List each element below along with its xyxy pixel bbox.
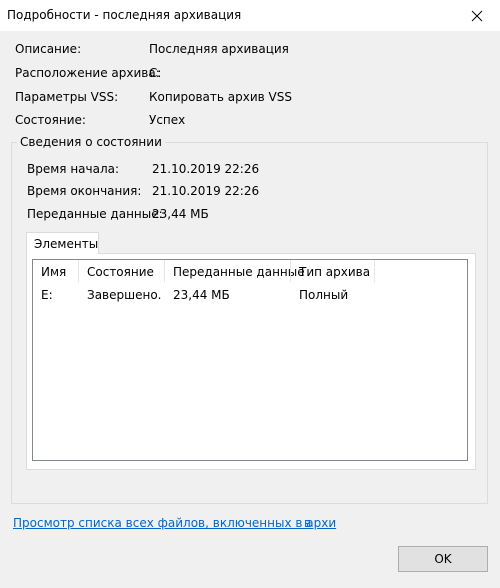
start-time-value: 21.10.2019 22:26 — [152, 162, 260, 176]
status-info-group-title: Сведения о состоянии — [17, 135, 165, 149]
column-header-transferred-label: Переданные данные — [173, 265, 305, 279]
vss-options-label: Параметры VSS: — [15, 90, 119, 104]
cell-transferred: 23,44 МБ — [173, 288, 230, 302]
end-time-value: 21.10.2019 22:26 — [152, 184, 260, 198]
column-header-name-label: Имя — [41, 265, 67, 279]
archive-location-label: Расположение архива: — [15, 66, 160, 80]
close-button[interactable] — [454, 0, 500, 31]
column-separator — [374, 260, 375, 282]
column-header-archive-type-label: Тип архива — [299, 265, 371, 279]
tab-items[interactable]: Элементы — [26, 232, 99, 254]
column-header-state[interactable]: Состояние — [79, 260, 165, 284]
cell-name: E: — [41, 288, 53, 302]
view-all-files-link[interactable]: Просмотр списка всех файлов, включенных … — [13, 516, 336, 530]
ok-button[interactable]: OK — [398, 546, 488, 572]
column-header-state-label: Состояние — [87, 265, 154, 279]
column-header-name[interactable]: Имя — [33, 260, 79, 284]
archive-location-value: C: — [149, 66, 162, 80]
status-label: Состояние: — [15, 113, 86, 127]
transferred-data-label: Переданные данные: — [27, 207, 163, 221]
end-time-label: Время окончания: — [27, 184, 142, 198]
cell-archive-type: Полный — [299, 288, 349, 302]
table-row[interactable]: E: Завершено. 23,44 МБ Полный — [33, 284, 467, 306]
column-header-archive-type[interactable]: Тип архива — [291, 260, 375, 284]
start-time-label: Время начала: — [27, 162, 120, 176]
transferred-data-value: 23,44 МБ — [152, 207, 209, 221]
list-header: Имя Состояние Переданные данные Тип архи… — [33, 260, 467, 284]
window-title: Подробности - последняя архивация — [7, 8, 242, 22]
close-icon — [471, 10, 483, 21]
view-all-files-link-tail[interactable]: в — [304, 516, 311, 530]
title-bar: Подробности - последняя архивация — [0, 0, 500, 31]
description-value: Последняя архивация — [149, 42, 289, 56]
items-list-view[interactable]: Имя Состояние Переданные данные Тип архи… — [32, 259, 468, 461]
status-value: Успех — [149, 113, 186, 127]
tab-items-label: Элементы — [34, 237, 99, 251]
cell-state: Завершено. — [87, 288, 162, 302]
vss-options-value: Копировать архив VSS — [149, 90, 292, 104]
column-header-transferred[interactable]: Переданные данные — [165, 260, 305, 284]
ok-button-label: OK — [434, 552, 452, 566]
description-label: Описание: — [15, 42, 82, 56]
